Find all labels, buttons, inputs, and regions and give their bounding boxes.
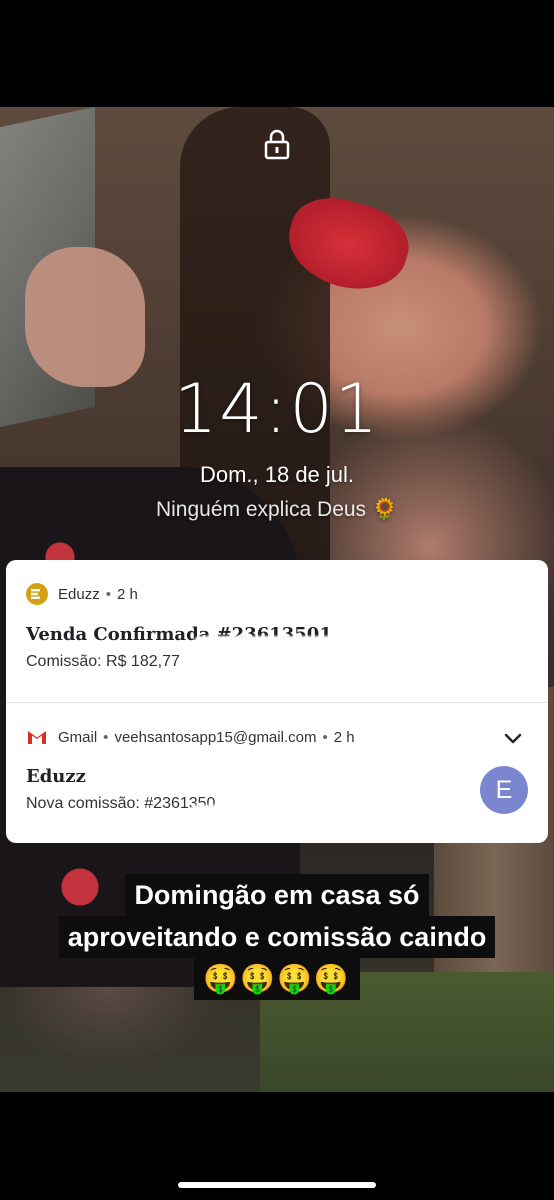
notification-header: Eduzz • 2 h [26, 582, 138, 606]
notification-app-name: Gmail [58, 728, 98, 746]
separator-dot: • [322, 728, 328, 746]
wallpaper-hand [25, 247, 145, 387]
caption-line-1: Domingão em casa só [125, 874, 429, 916]
notification-time: 2 h [116, 585, 138, 603]
owner-info-text: Ninguém explica Deus 🌻 [155, 498, 399, 521]
gmail-app-icon [28, 731, 46, 744]
notification-time: 2 h [333, 728, 355, 746]
lock-icon[interactable] [263, 128, 291, 160]
caption-line-2: aproveitando e comissão caindo [58, 916, 496, 958]
eduzz-app-icon [26, 583, 48, 605]
notification-title: Eduzz [26, 766, 86, 787]
notification-account: veehsantosapp15@gmail.com [114, 728, 317, 746]
lockscreen-clock: 14:01 [174, 370, 380, 449]
notification-eduzz[interactable]: Eduzz • 2 h Venda Confirmada #23613501 C… [6, 560, 548, 702]
home-gesture-bar[interactable] [178, 1182, 376, 1188]
separator-dot: • [105, 585, 111, 603]
notification-app-name: Eduzz [58, 585, 100, 603]
sender-avatar: E [480, 766, 528, 814]
caption-emoji: 🤑🤑🤑🤑 [194, 958, 360, 1000]
lockscreen-date: Dom., 18 de jul. [199, 462, 355, 487]
separator-dot: • [103, 728, 109, 746]
notification-text: Nova comissão: #2361350 [26, 795, 216, 812]
notification-text: Comissão: R$ 182,77 [26, 653, 180, 670]
chevron-down-icon[interactable] [502, 727, 524, 749]
redaction-mark [190, 805, 462, 831]
notification-header: Gmail • veehsantosapp15@gmail.com • 2 h [26, 725, 355, 749]
notification-gmail[interactable]: Gmail • veehsantosapp15@gmail.com • 2 h … [6, 703, 548, 843]
story-caption: Domingão em casa só aproveitando e comis… [0, 874, 554, 1000]
redaction-mark [196, 652, 522, 682]
redaction-mark [194, 636, 484, 650]
